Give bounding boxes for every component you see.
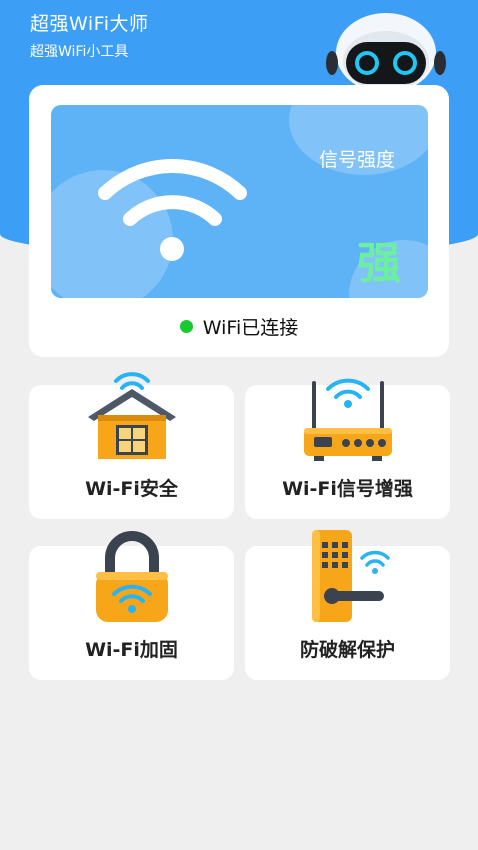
door-lock-icon — [311, 530, 390, 622]
tile-crack-protection[interactable]: 防破解保护 — [245, 530, 450, 680]
signal-strength-title: 信号强度 — [319, 149, 396, 171]
tile-label: Wi-Fi信号增强 — [282, 478, 413, 500]
signal-card: 信号强度 强 WiFi已连接 — [29, 85, 449, 357]
wifi-signal-icon — [98, 159, 247, 261]
signal-strength-panel: 信号强度 强 — [51, 105, 428, 298]
tile-label: Wi-Fi加固 — [85, 639, 178, 661]
tile-signal-boost[interactable]: Wi-Fi信号增强 — [245, 378, 450, 519]
padlock-icon — [95, 531, 168, 622]
tile-wifi-security[interactable]: Wi-Fi安全 — [29, 372, 234, 519]
app-subtitle: 超强WiFi小工具 — [30, 44, 129, 60]
app-title: 超强WiFi大师 — [30, 13, 149, 35]
signal-strength-value: 强 — [357, 238, 401, 289]
connected-status-dot — [179, 319, 193, 333]
house-wifi-icon — [87, 372, 176, 459]
tile-wifi-hardening[interactable]: Wi-Fi加固 — [29, 531, 234, 680]
tile-label: 防破解保护 — [299, 639, 395, 661]
connection-status: WiFi已连接 — [29, 311, 449, 341]
router-icon — [303, 378, 392, 461]
connection-status-text: WiFi已连接 — [202, 316, 299, 339]
tile-label: Wi-Fi安全 — [85, 478, 178, 500]
robot-mascot-icon — [326, 13, 446, 91]
